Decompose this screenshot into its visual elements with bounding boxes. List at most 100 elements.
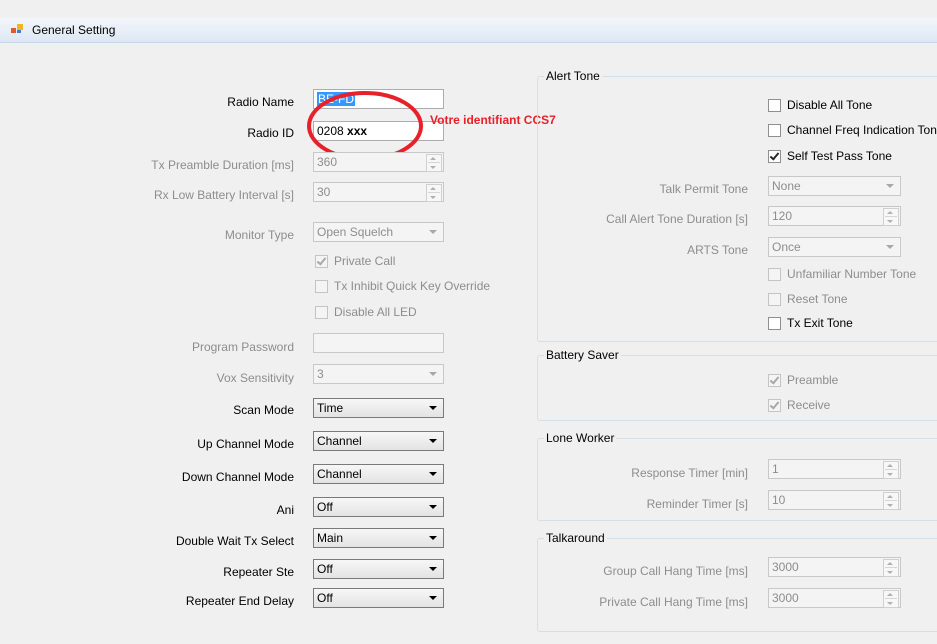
scan-mode-select[interactable]: Time [313,398,444,418]
spinner-arrows-icon[interactable] [883,492,899,510]
program-password-input[interactable] [313,333,444,353]
up-channel-mode-select[interactable]: Channel [313,431,444,451]
private-call-hang-label: Private Call Hang Time [ms] [599,595,748,609]
chevron-down-icon [429,505,437,509]
rx-low-battery-label: Rx Low Battery Interval [s] [153,188,294,202]
battery-saver-group: Battery Saver [537,348,937,421]
private-call-label: Private Call [334,254,396,268]
checkbox-box[interactable] [768,293,781,306]
checkbox-box[interactable] [315,280,328,293]
reminder-timer-value: 10 [772,493,786,507]
tx-preamble-spinner[interactable]: 360 [313,152,444,172]
checkbox-box[interactable] [768,374,781,387]
monitor-type-label: Monitor Type [224,228,294,242]
down-channel-mode-label: Down Channel Mode [181,470,294,484]
spinner-arrows-icon[interactable] [883,590,899,608]
up-channel-mode-value: Channel [317,434,362,448]
call-alert-duration-value: 120 [772,209,793,223]
program-password-label: Program Password [191,340,294,354]
arts-tone-label: ARTS Tone [687,243,748,257]
checkbox-box[interactable] [768,124,781,137]
alert-tone-legend: Alert Tone [544,69,602,83]
checkbox-box[interactable] [315,255,328,268]
response-timer-value: 1 [772,462,779,476]
window-title: General Setting [32,23,116,37]
channel-freq-label: Channel Freq Indication Tone [787,123,937,137]
talkaround-legend: Talkaround [544,531,607,545]
talk-permit-select[interactable]: None [768,176,901,196]
scan-mode-label: Scan Mode [233,403,294,417]
checkbox-box[interactable] [768,317,781,330]
tx-preamble-value: 360 [317,155,338,169]
spinner-arrows-icon[interactable] [883,461,899,479]
reminder-timer-spinner[interactable]: 10 [768,490,901,510]
vox-sensitivity-select[interactable]: 3 [313,364,444,384]
checkmark-icon [769,399,780,410]
battery-saver-legend: Battery Saver [544,348,621,362]
rx-low-battery-spinner[interactable]: 30 [313,182,444,202]
checkmark-icon [316,255,327,266]
checkbox-box[interactable] [768,99,781,112]
talk-permit-label: Talk Permit Tone [659,182,748,196]
disable-all-led-label: Disable All LED [334,305,417,319]
repeater-end-delay-value: Off [317,591,333,605]
down-channel-mode-select[interactable]: Channel [313,464,444,484]
unfamiliar-label: Unfamiliar Number Tone [787,267,917,281]
talk-permit-value: None [772,179,801,193]
lone-worker-legend: Lone Worker [544,431,617,445]
spinner-arrows-icon[interactable] [426,184,442,202]
reminder-timer-label: Reminder Timer [s] [646,497,748,511]
chevron-down-icon [886,245,894,249]
arts-tone-select[interactable]: Once [768,237,901,257]
disable-all-tone-label: Disable All Tone [787,98,873,112]
chevron-down-icon [429,406,437,410]
checkbox-box[interactable] [315,306,328,319]
up-channel-mode-label: Up Channel Mode [197,437,294,451]
self-test-label: Self Test Pass Tone [787,149,892,163]
arts-tone-value: Once [772,240,801,254]
double-wait-value: Main [317,531,344,545]
spinner-arrows-icon[interactable] [883,559,899,577]
title-bar: General Setting [0,18,937,43]
repeater-ste-select[interactable]: Off [313,559,444,579]
repeater-end-delay-label: Repeater End Delay [185,594,294,608]
private-call-hang-spinner[interactable]: 3000 [768,588,901,608]
settings-app-icon [11,24,23,33]
chevron-down-icon [429,372,437,376]
group-call-hang-spinner[interactable]: 3000 [768,557,901,577]
scan-mode-value: Time [317,401,344,415]
ani-select[interactable]: Off [313,497,444,517]
chevron-down-icon [429,472,437,476]
repeater-end-delay-select[interactable]: Off [313,588,444,608]
group-call-hang-value: 3000 [772,560,799,574]
spinner-arrows-icon[interactable] [883,208,899,226]
chevron-down-icon [429,596,437,600]
rx-low-battery-value: 30 [317,185,331,199]
call-alert-duration-spinner[interactable]: 120 [768,206,901,226]
radio-name-label: Radio Name [227,95,294,109]
response-timer-label: Response Timer [min] [631,466,748,480]
ani-label: Ani [276,503,294,517]
checkmark-icon [769,374,780,385]
chevron-down-icon [429,230,437,234]
checkbox-box[interactable] [768,150,781,163]
chevron-down-icon [429,536,437,540]
chevron-down-icon [429,567,437,571]
reset-tone-label: Reset Tone [787,292,848,306]
chevron-down-icon [429,439,437,443]
double-wait-select[interactable]: Main [313,528,444,548]
response-timer-spinner[interactable]: 1 [768,459,901,479]
radio-id-label: Radio ID [247,126,294,140]
talkaround-group: Talkaround [537,531,937,632]
vox-sensitivity-value: 3 [317,367,324,381]
repeater-ste-value: Off [317,562,333,576]
tx-exit-label: Tx Exit Tone [787,316,853,330]
group-call-hang-label: Group Call Hang Time [ms] [603,564,748,578]
checkbox-box[interactable] [768,399,781,412]
checkbox-box[interactable] [768,268,781,281]
vox-sensitivity-label: Vox Sensitivity [216,371,294,385]
private-call-hang-value: 3000 [772,591,799,605]
call-alert-duration-label: Call Alert Tone Duration [s] [606,212,748,226]
monitor-type-select[interactable]: Open Squelch [313,222,444,242]
spinner-arrows-icon[interactable] [426,154,442,172]
